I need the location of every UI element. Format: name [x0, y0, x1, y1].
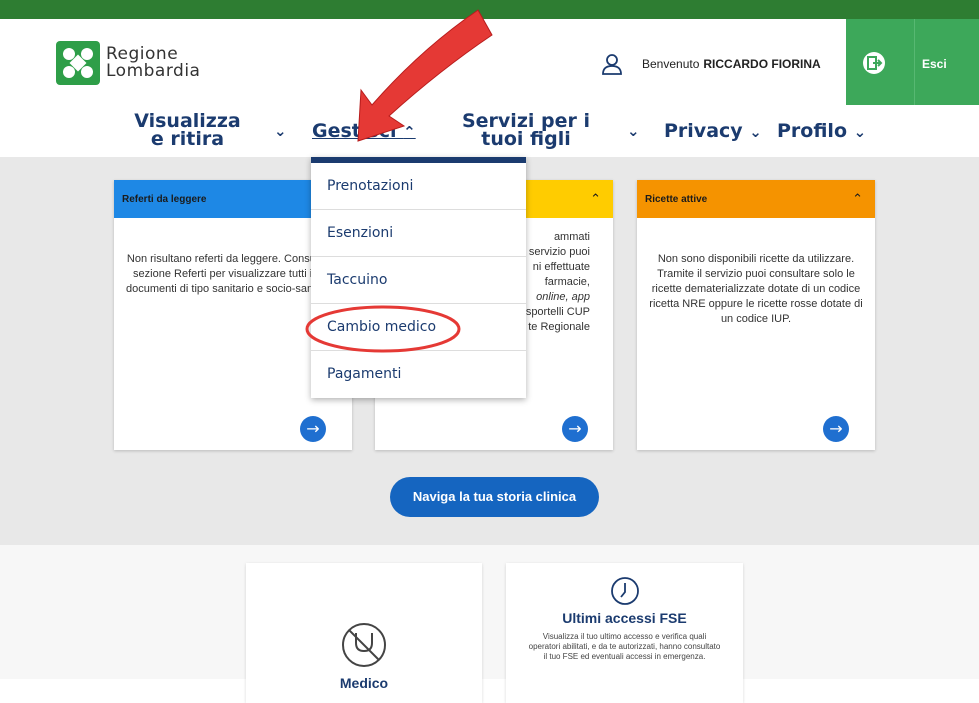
card-text: Non sono disponibili ricette da utilizza…: [649, 253, 863, 325]
card-title: Ricette attive: [645, 194, 708, 205]
logout-label: Esci: [922, 57, 947, 71]
logo-text: Regione Lombardia: [106, 46, 200, 80]
arrow-right-icon[interactable]: →: [300, 416, 326, 442]
logout-separator: [914, 19, 915, 105]
brand-line2: Lombardia: [106, 61, 201, 81]
chevron-down-icon: ⌄: [853, 123, 867, 141]
chevron-up-icon[interactable]: ⌃: [852, 192, 863, 207]
story-button[interactable]: Naviga la tua storia clinica: [390, 477, 599, 517]
clock-icon: [610, 577, 639, 605]
gestisci-dropdown: Prenotazioni Esenzioni Taccuino Cambio m…: [311, 157, 526, 398]
user-name: RICCARDO FIORINA: [703, 57, 821, 71]
menu-item-prenotazioni[interactable]: Prenotazioni: [311, 163, 526, 210]
welcome-prefix: Benvenuto: [642, 57, 700, 71]
logout-icon: [863, 52, 885, 74]
nav-privacy-label: Privacy: [664, 120, 743, 142]
chevron-down-icon: ⌄: [749, 123, 762, 141]
arrow-right-icon[interactable]: →: [562, 416, 588, 442]
header: Regione Lombardia Benvenuto RICCARDO FIO…: [0, 19, 979, 105]
chevron-up-icon[interactable]: ⌃: [590, 192, 601, 207]
menu-item-pagamenti[interactable]: Pagamenti: [311, 351, 526, 398]
card-header: Ricette attive: [637, 180, 875, 218]
menu-item-taccuino[interactable]: Taccuino: [311, 257, 526, 304]
nav-gestisci-label: Gestisci: [312, 120, 397, 142]
no-doctor-icon: [342, 623, 386, 667]
services-area: Medico Ultimi accessi FSE Visualizza il …: [0, 545, 979, 703]
menu-item-esenzioni[interactable]: Esenzioni: [311, 210, 526, 257]
tile-title: Ultimi accessi FSE: [562, 610, 687, 626]
user-icon: [602, 54, 622, 75]
nav-gestisci[interactable]: Gestisci ⌃: [312, 120, 416, 142]
user-greeting: Benvenuto RICCARDO FIORINA: [600, 52, 821, 76]
arrow-right-icon[interactable]: →: [823, 416, 849, 442]
nav-profilo[interactable]: Profilo ⌄: [777, 120, 867, 142]
tile-text: Visualizza il tuo ultimo accesso e verif…: [528, 632, 721, 661]
nav-servizi-chevron-icon[interactable]: ⌄: [627, 121, 640, 140]
nav-profilo-label: Profilo: [777, 120, 847, 142]
card-ricette: Ricette attive ⌃ Non sono disponibili ri…: [637, 180, 875, 450]
nav-servizi-figli[interactable]: Servizi per i tuoi figli: [446, 110, 606, 150]
tile-ultimi-accessi[interactable]: Ultimi accessi FSE Visualizza il tuo ult…: [506, 563, 743, 703]
nav-visualizza-label: Visualizza e ritira: [134, 110, 241, 150]
nav-privacy[interactable]: Privacy ⌄: [664, 120, 762, 142]
menu-item-cambio-medico[interactable]: Cambio medico: [311, 304, 526, 351]
tile-title: Medico: [339, 675, 389, 691]
chevron-up-icon: ⌃: [403, 123, 416, 141]
main-nav: Visualizza e ritira ⌄ Gestisci ⌃ Servizi…: [0, 105, 979, 157]
logo-icon: [56, 41, 100, 85]
tile-medico[interactable]: Medico: [246, 563, 482, 703]
logout-button[interactable]: Esci: [846, 19, 979, 105]
logo[interactable]: Regione Lombardia: [56, 41, 200, 85]
card-title: Referti da leggere: [122, 194, 207, 205]
nav-visualizza-chevron-icon[interactable]: ⌄: [274, 121, 287, 140]
top-bar: [0, 0, 979, 19]
nav-servizi-label: Servizi per i tuoi figli: [461, 110, 590, 150]
nav-visualizza[interactable]: Visualizza e ritira: [130, 110, 245, 150]
